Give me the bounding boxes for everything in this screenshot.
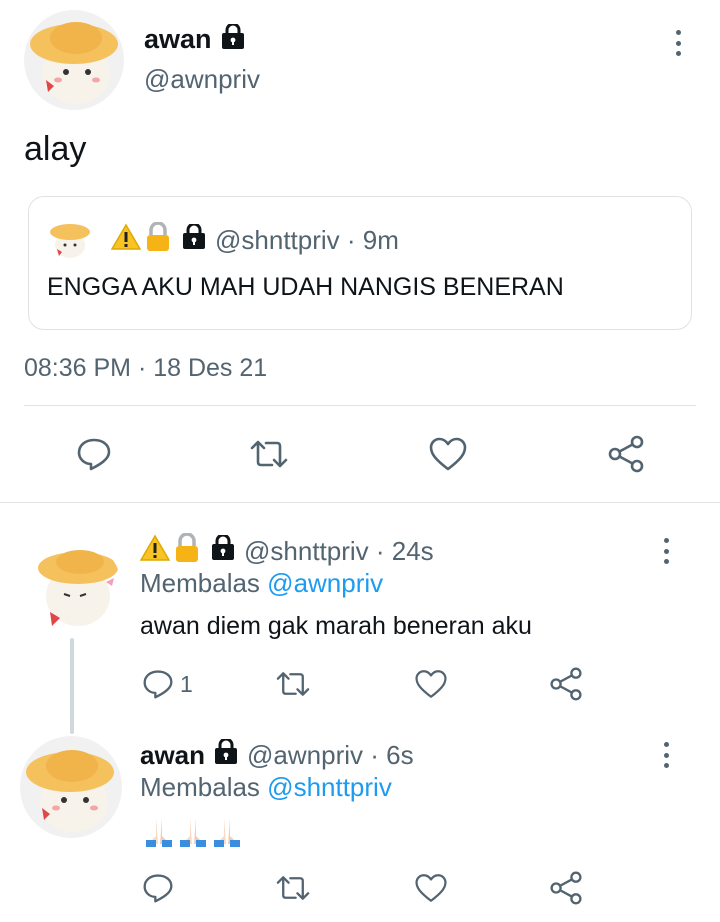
- reply2-author-name[interactable]: awan: [140, 740, 205, 771]
- reply1-header-row: @shnttpriv · 24s: [139, 531, 434, 570]
- pray-emoji: [176, 814, 210, 853]
- section-divider: [0, 502, 720, 503]
- pray-emoji: [142, 814, 176, 853]
- lock-icon: [210, 533, 236, 568]
- warning-icon: [110, 223, 142, 258]
- main-reply-icon[interactable]: [76, 436, 112, 477]
- lock-icon: [181, 222, 207, 257]
- timestamp[interactable]: 08:36 PM · 18 Des 21: [24, 354, 267, 383]
- replying-prefix: Membalas: [140, 772, 260, 802]
- reply2-share-icon[interactable]: [548, 870, 584, 911]
- reply1-share-icon[interactable]: [548, 666, 584, 707]
- warning-icon: [139, 534, 171, 569]
- reply2-replying-row: Membalas @shnttpriv: [140, 772, 392, 803]
- more-icon[interactable]: [660, 742, 672, 768]
- reply2-like-icon[interactable]: [414, 872, 448, 909]
- main-author-handle[interactable]: @awnpriv: [144, 64, 260, 95]
- reply2-header-row: awan @awnpriv · 6s: [140, 737, 414, 772]
- quoted-handle-meta: @shnttpriv · 9m: [215, 224, 399, 255]
- reply1-retweet-icon[interactable]: [274, 668, 312, 705]
- main-avatar[interactable]: [24, 10, 124, 110]
- lock-icon: [220, 22, 246, 55]
- main-author-row: awan: [144, 22, 246, 56]
- reply-count: 1: [180, 670, 193, 697]
- main-share-icon[interactable]: [606, 434, 646, 479]
- reply1-avatar[interactable]: [20, 538, 122, 640]
- pray-emoji: [210, 814, 244, 853]
- replying-to-link[interactable]: @awnpriv: [267, 568, 383, 598]
- quoted-tweet[interactable]: @shnttpriv · 9m ENGGA AKU MAH UDAH NANGI…: [28, 196, 692, 330]
- reply-icon: [143, 670, 173, 699]
- main-author-name[interactable]: awan: [144, 24, 212, 55]
- reply1-like-icon[interactable]: [414, 668, 448, 705]
- divider: [24, 405, 696, 406]
- reply2-emoji-row: [142, 814, 244, 853]
- main-tweet-text: alay: [24, 130, 87, 168]
- more-icon[interactable]: [672, 30, 684, 56]
- reply2-retweet-icon[interactable]: [274, 872, 312, 909]
- reply1-replying-row: Membalas @awnpriv: [140, 568, 383, 599]
- reply1-text: awan diem gak marah beneran aku: [140, 612, 532, 640]
- reply2-reply-icon[interactable]: [142, 872, 174, 909]
- quoted-text: ENGGA AKU MAH UDAH NANGIS BENERAN: [47, 273, 564, 301]
- quoted-avatar: [47, 217, 93, 263]
- replying-to-link[interactable]: @shnttpriv: [267, 772, 392, 802]
- thread-line: [70, 638, 74, 734]
- reply2-handle-meta[interactable]: @awnpriv · 6s: [247, 740, 414, 771]
- reply1-reply-button[interactable]: 1: [142, 668, 193, 700]
- replying-prefix: Membalas: [140, 568, 260, 598]
- reply1-handle-meta[interactable]: @shnttpriv · 24s: [244, 536, 434, 567]
- lock-icon: [213, 737, 239, 772]
- padlock-emoji: [174, 531, 200, 570]
- main-like-icon[interactable]: [428, 436, 468, 477]
- quoted-header-row: @shnttpriv · 9m: [110, 220, 399, 259]
- more-icon[interactable]: [660, 538, 672, 564]
- padlock-emoji: [145, 220, 171, 259]
- main-retweet-icon[interactable]: [248, 436, 290, 477]
- reply2-avatar[interactable]: [20, 736, 122, 838]
